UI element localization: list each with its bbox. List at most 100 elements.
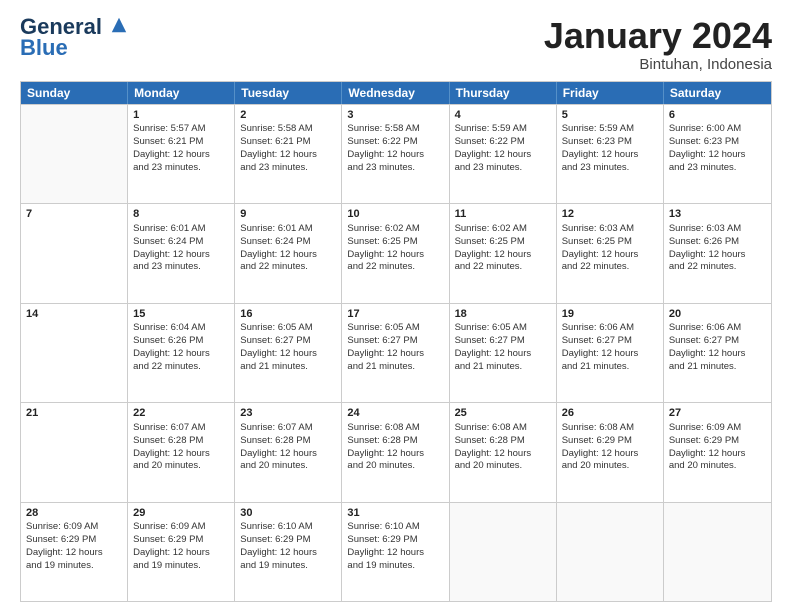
calendar-cell-r4c5 [557,503,664,601]
cell-info: Sunrise: 6:04 AM Sunset: 6:26 PM Dayligh… [133,322,229,373]
day-number: 27 [669,406,766,421]
cell-info: Sunrise: 5:58 AM Sunset: 6:21 PM Dayligh… [240,123,336,174]
day-number: 23 [240,406,336,421]
day-number: 4 [455,108,551,123]
day-number: 21 [26,406,122,421]
calendar-row-0: 1Sunrise: 5:57 AM Sunset: 6:21 PM Daylig… [21,104,771,203]
day-number: 18 [455,307,551,322]
day-number: 30 [240,506,336,521]
calendar-cell-r1c6: 13Sunrise: 6:03 AM Sunset: 6:26 PM Dayli… [664,204,771,302]
day-number: 8 [133,207,229,222]
calendar-header-row: SundayMondayTuesdayWednesdayThursdayFrid… [21,82,771,104]
cell-info: Sunrise: 6:10 AM Sunset: 6:29 PM Dayligh… [240,521,336,572]
weekday-header-tuesday: Tuesday [235,82,342,104]
calendar-cell-r4c0: 28Sunrise: 6:09 AM Sunset: 6:29 PM Dayli… [21,503,128,601]
calendar-cell-r4c3: 31Sunrise: 6:10 AM Sunset: 6:29 PM Dayli… [342,503,449,601]
cell-info: Sunrise: 6:09 AM Sunset: 6:29 PM Dayligh… [669,422,766,473]
cell-info: Sunrise: 6:06 AM Sunset: 6:27 PM Dayligh… [562,322,658,373]
calendar-cell-r0c3: 3Sunrise: 5:58 AM Sunset: 6:22 PM Daylig… [342,105,449,203]
calendar-cell-r3c3: 24Sunrise: 6:08 AM Sunset: 6:28 PM Dayli… [342,403,449,501]
calendar-cell-r3c4: 25Sunrise: 6:08 AM Sunset: 6:28 PM Dayli… [450,403,557,501]
calendar-body: 1Sunrise: 5:57 AM Sunset: 6:21 PM Daylig… [21,104,771,601]
calendar-cell-r4c4 [450,503,557,601]
day-number: 9 [240,207,336,222]
calendar-cell-r1c1: 8Sunrise: 6:01 AM Sunset: 6:24 PM Daylig… [128,204,235,302]
calendar-cell-r1c0: 7 [21,204,128,302]
calendar-cell-r2c2: 16Sunrise: 6:05 AM Sunset: 6:27 PM Dayli… [235,304,342,402]
calendar-cell-r0c0 [21,105,128,203]
calendar-cell-r0c4: 4Sunrise: 5:59 AM Sunset: 6:22 PM Daylig… [450,105,557,203]
cell-info: Sunrise: 6:03 AM Sunset: 6:26 PM Dayligh… [669,223,766,274]
weekday-header-thursday: Thursday [450,82,557,104]
calendar-subtitle: Bintuhan, Indonesia [544,56,772,73]
cell-info: Sunrise: 6:05 AM Sunset: 6:27 PM Dayligh… [347,322,443,373]
calendar-cell-r2c4: 18Sunrise: 6:05 AM Sunset: 6:27 PM Dayli… [450,304,557,402]
day-number: 29 [133,506,229,521]
day-number: 12 [562,207,658,222]
day-number: 22 [133,406,229,421]
weekday-header-wednesday: Wednesday [342,82,449,104]
day-number: 7 [26,207,122,222]
calendar-title: January 2024 [544,16,772,56]
calendar-cell-r3c1: 22Sunrise: 6:07 AM Sunset: 6:28 PM Dayli… [128,403,235,501]
cell-info: Sunrise: 5:59 AM Sunset: 6:22 PM Dayligh… [455,123,551,174]
calendar-cell-r0c6: 6Sunrise: 6:00 AM Sunset: 6:23 PM Daylig… [664,105,771,203]
cell-info: Sunrise: 6:02 AM Sunset: 6:25 PM Dayligh… [347,223,443,274]
weekday-header-friday: Friday [557,82,664,104]
day-number: 2 [240,108,336,123]
cell-info: Sunrise: 6:09 AM Sunset: 6:29 PM Dayligh… [26,521,122,572]
cell-info: Sunrise: 6:05 AM Sunset: 6:27 PM Dayligh… [455,322,551,373]
day-number: 5 [562,108,658,123]
calendar-cell-r0c1: 1Sunrise: 5:57 AM Sunset: 6:21 PM Daylig… [128,105,235,203]
cell-info: Sunrise: 5:57 AM Sunset: 6:21 PM Dayligh… [133,123,229,174]
logo-icon [110,16,128,34]
day-number: 26 [562,406,658,421]
weekday-header-saturday: Saturday [664,82,771,104]
calendar-cell-r1c4: 11Sunrise: 6:02 AM Sunset: 6:25 PM Dayli… [450,204,557,302]
cell-info: Sunrise: 6:09 AM Sunset: 6:29 PM Dayligh… [133,521,229,572]
calendar-row-3: 2122Sunrise: 6:07 AM Sunset: 6:28 PM Day… [21,402,771,501]
calendar-cell-r4c2: 30Sunrise: 6:10 AM Sunset: 6:29 PM Dayli… [235,503,342,601]
calendar-row-1: 78Sunrise: 6:01 AM Sunset: 6:24 PM Dayli… [21,203,771,302]
day-number: 20 [669,307,766,322]
day-number: 28 [26,506,122,521]
day-number: 1 [133,108,229,123]
day-number: 17 [347,307,443,322]
cell-info: Sunrise: 6:10 AM Sunset: 6:29 PM Dayligh… [347,521,443,572]
cell-info: Sunrise: 6:08 AM Sunset: 6:29 PM Dayligh… [562,422,658,473]
page: General Blue January 2024 Bintuhan, Indo… [0,0,792,612]
title-block: January 2024 Bintuhan, Indonesia [544,16,772,73]
cell-info: Sunrise: 6:03 AM Sunset: 6:25 PM Dayligh… [562,223,658,274]
calendar: SundayMondayTuesdayWednesdayThursdayFrid… [20,81,772,602]
day-number: 13 [669,207,766,222]
day-number: 6 [669,108,766,123]
calendar-cell-r2c1: 15Sunrise: 6:04 AM Sunset: 6:26 PM Dayli… [128,304,235,402]
calendar-cell-r2c5: 19Sunrise: 6:06 AM Sunset: 6:27 PM Dayli… [557,304,664,402]
cell-info: Sunrise: 6:07 AM Sunset: 6:28 PM Dayligh… [133,422,229,473]
cell-info: Sunrise: 6:00 AM Sunset: 6:23 PM Dayligh… [669,123,766,174]
cell-info: Sunrise: 6:05 AM Sunset: 6:27 PM Dayligh… [240,322,336,373]
cell-info: Sunrise: 6:08 AM Sunset: 6:28 PM Dayligh… [347,422,443,473]
day-number: 25 [455,406,551,421]
cell-info: Sunrise: 6:01 AM Sunset: 6:24 PM Dayligh… [133,223,229,274]
calendar-row-2: 14 15Sunrise: 6:04 AM Sunset: 6:26 PM Day… [21,303,771,402]
weekday-header-sunday: Sunday [21,82,128,104]
calendar-cell-r1c2: 9Sunrise: 6:01 AM Sunset: 6:24 PM Daylig… [235,204,342,302]
day-number: 15 [133,307,229,322]
day-number: 31 [347,506,443,521]
calendar-cell-r3c6: 27Sunrise: 6:09 AM Sunset: 6:29 PM Dayli… [664,403,771,501]
day-number: 10 [347,207,443,222]
cell-info: Sunrise: 6:06 AM Sunset: 6:27 PM Dayligh… [669,322,766,373]
day-number: 14 [26,307,122,322]
calendar-cell-r4c1: 29Sunrise: 6:09 AM Sunset: 6:29 PM Dayli… [128,503,235,601]
calendar-cell-r0c2: 2Sunrise: 5:58 AM Sunset: 6:21 PM Daylig… [235,105,342,203]
cell-info: Sunrise: 6:08 AM Sunset: 6:28 PM Dayligh… [455,422,551,473]
cell-info: Sunrise: 6:07 AM Sunset: 6:28 PM Dayligh… [240,422,336,473]
day-number: 19 [562,307,658,322]
calendar-cell-r1c5: 12Sunrise: 6:03 AM Sunset: 6:25 PM Dayli… [557,204,664,302]
calendar-cell-r3c2: 23Sunrise: 6:07 AM Sunset: 6:28 PM Dayli… [235,403,342,501]
calendar-cell-r0c5: 5Sunrise: 5:59 AM Sunset: 6:23 PM Daylig… [557,105,664,203]
day-number: 11 [455,207,551,222]
day-number: 16 [240,307,336,322]
calendar-cell-r2c6: 20Sunrise: 6:06 AM Sunset: 6:27 PM Dayli… [664,304,771,402]
